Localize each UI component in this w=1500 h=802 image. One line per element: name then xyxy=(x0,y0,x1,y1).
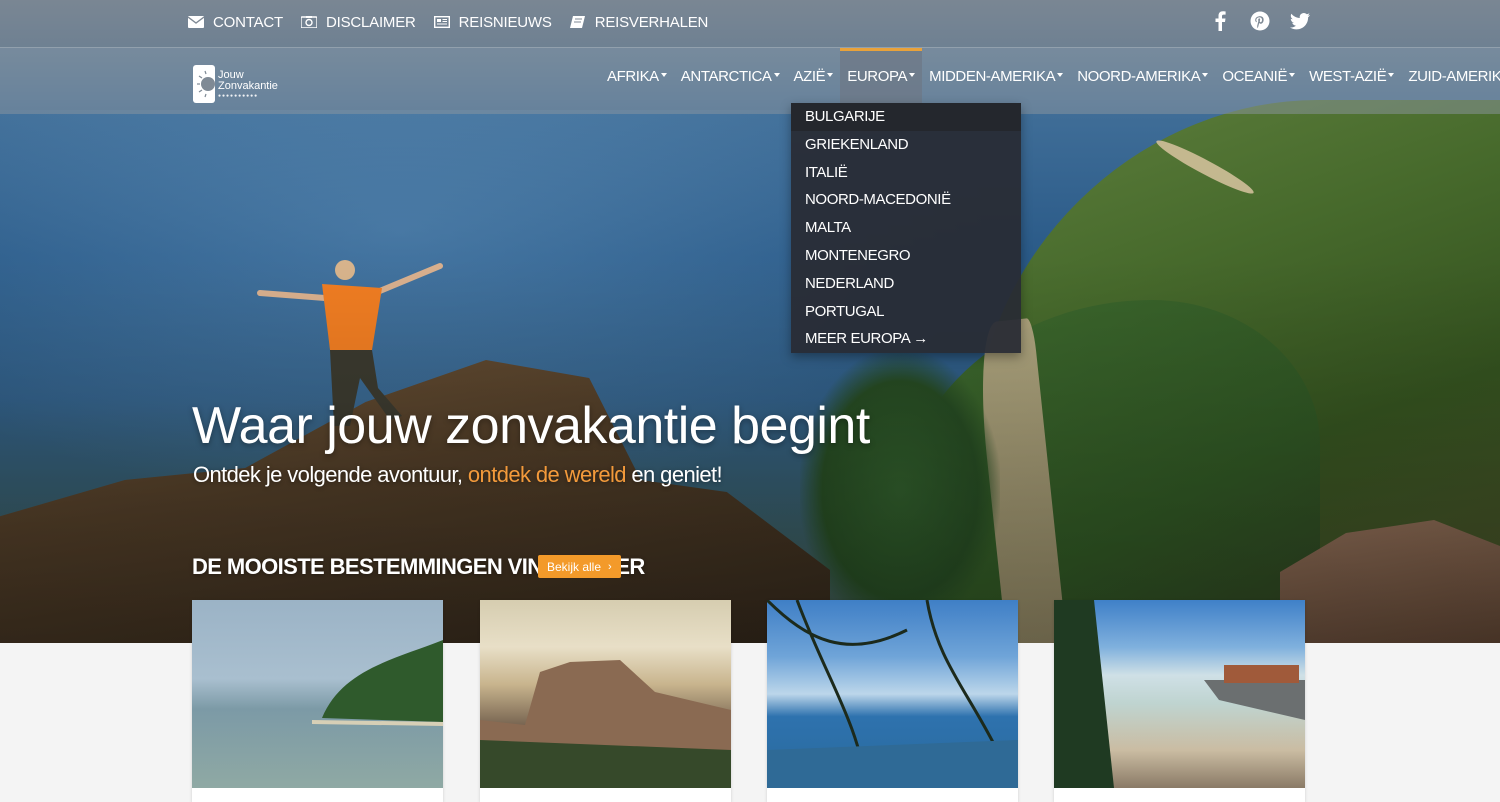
camera-icon xyxy=(300,16,317,28)
nav-label: OCEANIË xyxy=(1222,67,1288,85)
chevron-right-icon: › xyxy=(608,560,612,573)
facebook-icon[interactable] xyxy=(1210,10,1230,32)
destination-image xyxy=(480,600,731,788)
dropdown-item-bulgarije[interactable]: BULGARIJE xyxy=(791,103,1021,131)
subline-text-end: en geniet! xyxy=(625,462,723,487)
nav-label: AZIË xyxy=(793,67,826,85)
destination-image xyxy=(767,600,1018,788)
top-links: CONTACT DISCLAIMER REISNIEUWS REISVERHAL… xyxy=(188,0,726,44)
caret-down-icon xyxy=(1289,73,1296,77)
nav-label: EUROPA xyxy=(847,67,908,85)
reisnieuws-label: REISNIEUWS xyxy=(458,13,552,31)
dropdown-item-nederland[interactable]: NEDERLAND xyxy=(791,270,1021,298)
pinterest-icon[interactable] xyxy=(1250,10,1270,32)
main-menu: AFRIKA ANTARCTICA AZIË EUROPA MIDDEN-AME… xyxy=(600,48,1500,104)
nav-label: MIDDEN-AMERIKA xyxy=(929,67,1056,85)
destination-card[interactable] xyxy=(480,600,731,802)
caret-down-icon xyxy=(660,73,667,77)
destination-card[interactable] xyxy=(1054,600,1305,802)
destination-card[interactable] xyxy=(192,600,443,802)
lagoon-boat-image xyxy=(1054,600,1305,788)
site-logo[interactable]: Jouw Zonvakantie ●●●●●●●●●● xyxy=(193,64,289,104)
nav-item-west-azie[interactable]: WEST-AZIË xyxy=(1302,48,1401,104)
view-all-label: Bekijk alle xyxy=(547,559,602,574)
subline-highlight-link[interactable]: ontdek de wereld xyxy=(468,462,627,487)
hero-headline: Waar jouw zonvakantie begint xyxy=(192,397,870,455)
dropdown-item-griekenland[interactable]: GRIEKENLAND xyxy=(791,131,1021,159)
nav-label: WEST-AZIË xyxy=(1309,67,1387,85)
nav-label: AFRIKA xyxy=(607,67,659,85)
sun-logo-icon xyxy=(193,65,215,103)
contact-link[interactable]: CONTACT xyxy=(188,14,283,31)
destination-image xyxy=(1054,600,1305,788)
nav-item-noord-amerika[interactable]: NOORD-AMERIKA xyxy=(1070,48,1215,104)
island-palms-image xyxy=(312,640,443,726)
hero-subline: Ontdek je volgende avontuur, ontdek de w… xyxy=(193,462,723,488)
envelope-icon xyxy=(188,16,204,28)
nav-item-antarctica[interactable]: ANTARCTICA xyxy=(674,48,787,104)
view-all-button[interactable]: Bekijk alle › xyxy=(538,555,621,578)
newspaper-icon xyxy=(433,16,450,28)
logo-title: Jouw Zonvakantie xyxy=(218,68,278,92)
caret-down-icon xyxy=(1388,73,1395,77)
destination-card[interactable] xyxy=(767,600,1018,802)
caret-down-icon xyxy=(827,73,834,77)
nav-item-midden-amerika[interactable]: MIDDEN-AMERIKA xyxy=(922,48,1070,104)
caret-down-icon xyxy=(773,73,780,77)
dropdown-item-malta[interactable]: MALTA xyxy=(791,214,1021,242)
nav-item-afrika[interactable]: AFRIKA xyxy=(600,48,674,104)
nav-label: ANTARCTICA xyxy=(680,67,772,85)
book-icon xyxy=(569,16,585,28)
contact-label: CONTACT xyxy=(213,13,283,31)
dropdown-item-portugal[interactable]: PORTUGAL xyxy=(791,298,1021,326)
nav-item-azie[interactable]: AZIË xyxy=(787,48,841,104)
nav-item-europa[interactable]: EUROPA xyxy=(840,48,923,104)
tepui-mountain-image xyxy=(480,660,731,788)
nav-item-zuid-amerika[interactable]: ZUID-AMERIKA xyxy=(1401,48,1500,104)
reisverhalen-link[interactable]: REISVERHALEN xyxy=(569,13,709,31)
logo-text: Jouw Zonvakantie ●●●●●●●●●● xyxy=(218,68,289,99)
nav-label: NOORD-AMERIKA xyxy=(1077,67,1201,85)
dropdown-item-montenegro[interactable]: MONTENEGRO xyxy=(791,242,1021,270)
europa-dropdown: BULGARIJE GRIEKENLAND ITALIË NOORD-MACED… xyxy=(791,103,1021,354)
social-links xyxy=(1210,10,1310,32)
dropdown-item-italie[interactable]: ITALIË xyxy=(791,159,1021,187)
disclaimer-label: DISCLAIMER xyxy=(325,13,416,31)
nav-label: ZUID-AMERIKA xyxy=(1408,67,1500,85)
subline-text: Ontdek je volgende avontuur, xyxy=(193,462,468,487)
reisverhalen-label: REISVERHALEN xyxy=(594,13,709,31)
twitter-icon[interactable] xyxy=(1290,10,1310,32)
tree-coast-image xyxy=(767,600,1018,788)
logo-subtitle: ●●●●●●●●●● xyxy=(218,92,259,99)
caret-down-icon xyxy=(909,73,916,77)
caret-down-icon xyxy=(1057,73,1064,77)
dropdown-item-meer-europa[interactable]: MEER EUROPA → xyxy=(791,325,1021,353)
destination-image xyxy=(192,600,443,788)
disclaimer-link[interactable]: DISCLAIMER xyxy=(300,13,416,31)
caret-down-icon xyxy=(1202,73,1209,77)
dropdown-item-noord-macedonie[interactable]: NOORD-MACEDONIË xyxy=(791,186,1021,214)
top-bar: CONTACT DISCLAIMER REISNIEUWS REISVERHAL… xyxy=(0,0,1500,48)
reisnieuws-link[interactable]: REISNIEUWS xyxy=(433,13,552,31)
nav-item-oceanie[interactable]: OCEANIË xyxy=(1215,48,1302,104)
